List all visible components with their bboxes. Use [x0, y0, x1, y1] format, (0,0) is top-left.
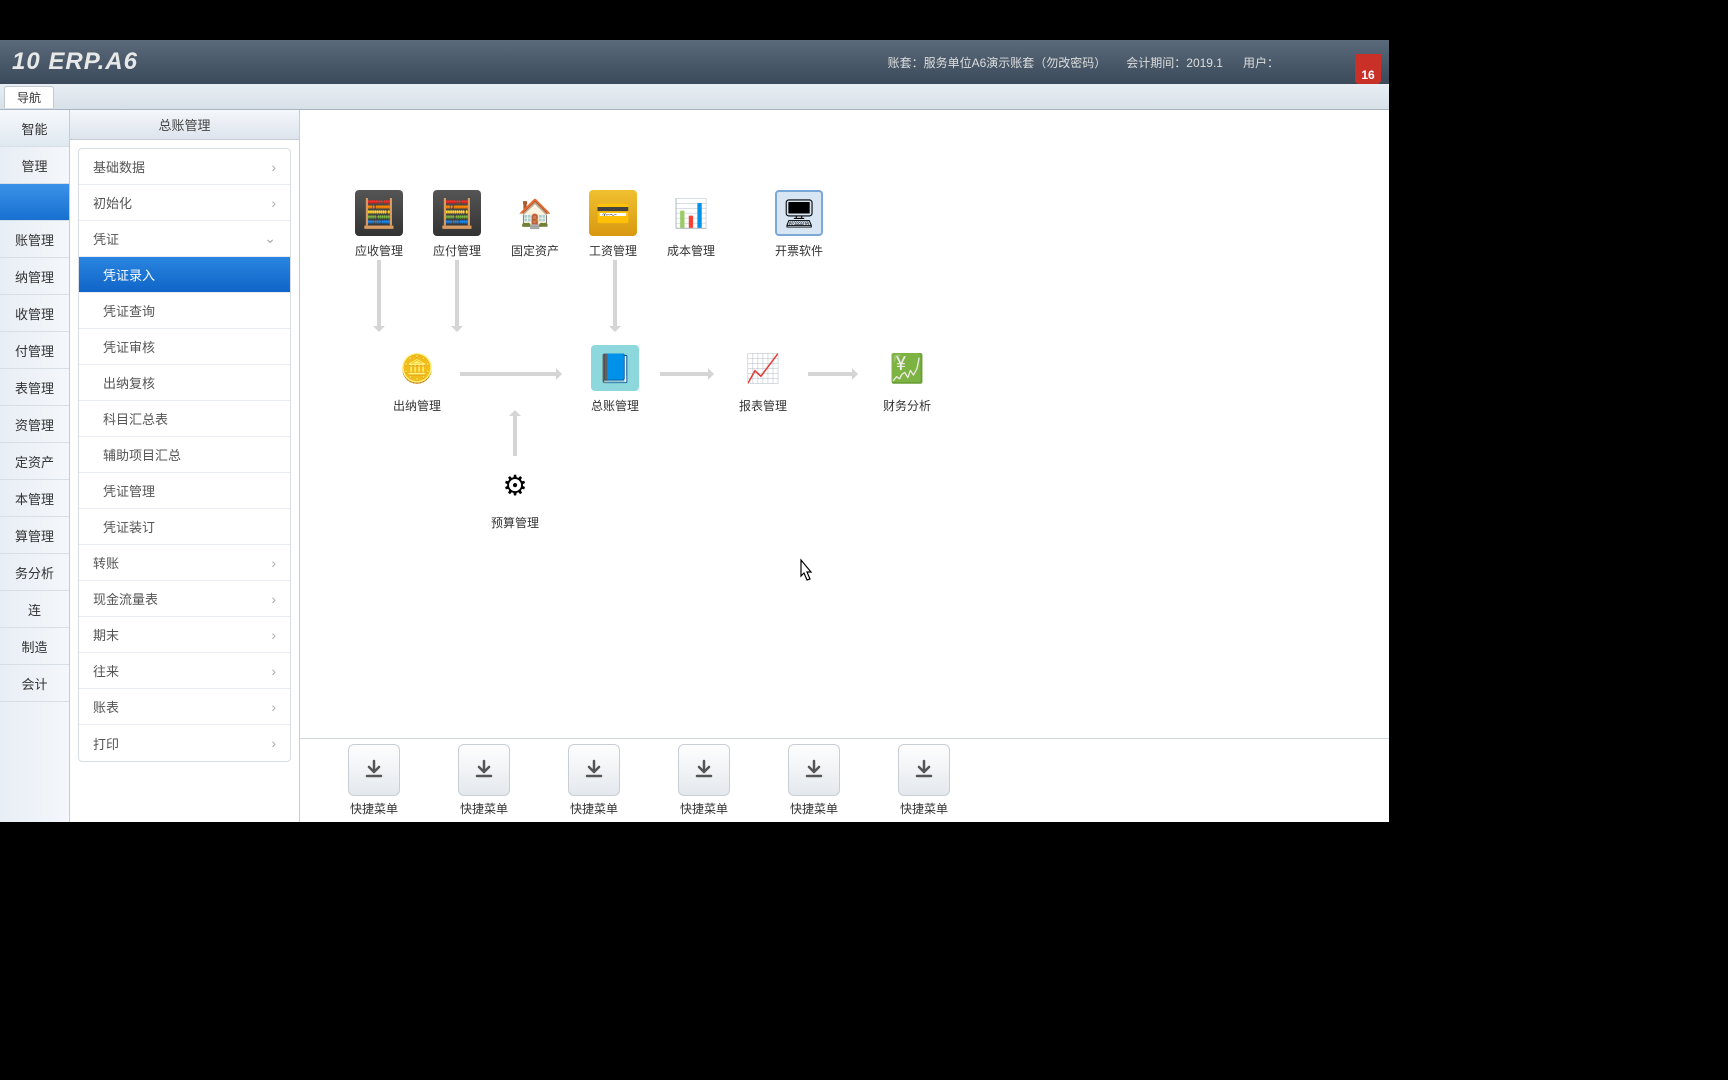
app-window: 10 ERP.A6 账套：服务单位A6演示账套（勿改密码） 会计期间：2019.…	[0, 40, 1389, 822]
menu-item[interactable]: 转账›	[79, 545, 290, 581]
leftnav-item[interactable]: 表管理	[0, 369, 69, 406]
menu-item[interactable]: 现金流量表›	[79, 581, 290, 617]
quick-menu-item[interactable]: 快捷菜单	[678, 744, 730, 817]
leftnav-item[interactable]: 收管理	[0, 295, 69, 332]
quick-menu-item[interactable]: 快捷菜单	[348, 744, 400, 817]
leftnav-item[interactable]: 本管理	[0, 480, 69, 517]
tab-nav[interactable]: 导航	[4, 86, 54, 108]
flow-node-report[interactable]: 报表管理	[724, 345, 802, 414]
calendar-badge[interactable]: 16	[1355, 54, 1381, 84]
arrow-right-icon	[808, 372, 856, 376]
title-bar: 10 ERP.A6 账套：服务单位A6演示账套（勿改密码） 会计期间：2019.…	[0, 40, 1389, 84]
quick-menu-bar: 快捷菜单 快捷菜单 快捷菜单 快捷菜单 快捷菜单 快捷菜单	[300, 738, 1389, 822]
leftnav-item[interactable]: 定资产	[0, 443, 69, 480]
flow-node-analysis[interactable]: 财务分析	[868, 345, 946, 414]
quick-menu-item[interactable]: 快捷菜单	[568, 744, 620, 817]
body: 智能管理账管理纳管理收管理付管理表管理资管理定资产本管理算管理务分析连制造会计 …	[0, 110, 1389, 822]
flow-node-house[interactable]: 固定资产	[496, 190, 574, 259]
menu-sub-item[interactable]: 辅助项目汇总	[79, 437, 290, 473]
workflow-canvas: 应收管理应付管理固定资产工资管理成本管理开票软件出纳管理 总账管理 报表管理财务分析…	[300, 110, 1389, 822]
menu-sub-item[interactable]: 科目汇总表	[79, 401, 290, 437]
leftnav-item[interactable]: 付管理	[0, 332, 69, 369]
menu-item[interactable]: 凭证⌄	[79, 221, 290, 257]
leftnav-item[interactable]: 制造	[0, 628, 69, 665]
leftnav-item[interactable]: 会计	[0, 665, 69, 702]
side-panel-title: 总账管理	[70, 110, 299, 140]
menu-sub-item[interactable]: 凭证装订	[79, 509, 290, 545]
user-info: 用户：	[1243, 54, 1279, 71]
leftnav-item[interactable]: 智能	[0, 110, 69, 147]
menu-item[interactable]: 基础数据›	[79, 149, 290, 185]
leftnav-item[interactable]: 算管理	[0, 517, 69, 554]
account-info: 账套：服务单位A6演示账套（勿改密码）	[888, 54, 1107, 71]
menu-item[interactable]: 初始化›	[79, 185, 290, 221]
flow-node-card[interactable]: 工资管理	[574, 190, 652, 259]
quick-menu-item[interactable]: 快捷菜单	[788, 744, 840, 817]
header-info: 账套：服务单位A6演示账套（勿改密码） 会计期间：2019.1 用户：	[888, 40, 1279, 84]
flow-node-book[interactable]: 总账管理	[576, 345, 654, 414]
leftnav-item[interactable]: 资管理	[0, 406, 69, 443]
leftnav-item[interactable]: 务分析	[0, 554, 69, 591]
flow-node-calc[interactable]: 应收管理	[340, 190, 418, 259]
arrow-right-icon	[460, 372, 560, 376]
leftnav-item[interactable]: 纳管理	[0, 258, 69, 295]
arrow-down-icon	[377, 260, 381, 330]
tab-strip: 导航	[0, 84, 1389, 110]
flow-node-chart[interactable]: 成本管理	[652, 190, 730, 259]
leftnav-item[interactable]	[0, 184, 69, 221]
leftnav-item[interactable]: 账管理	[0, 221, 69, 258]
flow-node-calc[interactable]: 应付管理	[418, 190, 496, 259]
side-panel: 总账管理 基础数据›初始化›凭证⌄凭证录入凭证查询凭证审核出纳复核科目汇总表辅助…	[70, 110, 300, 822]
menu-box: 基础数据›初始化›凭证⌄凭证录入凭证查询凭证审核出纳复核科目汇总表辅助项目汇总凭…	[78, 148, 291, 762]
menu-sub-item[interactable]: 凭证管理	[79, 473, 290, 509]
menu-item[interactable]: 账表›	[79, 689, 290, 725]
header-icons: 16	[1355, 44, 1381, 74]
quick-menu-item[interactable]: 快捷菜单	[458, 744, 510, 817]
cursor-icon	[795, 558, 815, 589]
menu-sub-item[interactable]: 凭证审核	[79, 329, 290, 365]
flow-node-gear[interactable]: 预算管理	[476, 462, 554, 531]
menu-item[interactable]: 往来›	[79, 653, 290, 689]
menu-sub-item[interactable]: 出纳复核	[79, 365, 290, 401]
period-info: 会计期间：2019.1	[1126, 54, 1223, 71]
flow-node-screen[interactable]: 开票软件	[760, 190, 838, 259]
arrow-down-icon	[455, 260, 459, 330]
quick-menu-item[interactable]: 快捷菜单	[898, 744, 950, 817]
arrow-up-icon	[513, 412, 517, 456]
arrow-right-icon	[660, 372, 712, 376]
menu-item[interactable]: 打印›	[79, 725, 290, 761]
menu-sub-item[interactable]: 凭证录入	[79, 257, 290, 293]
menu-sub-item[interactable]: 凭证查询	[79, 293, 290, 329]
flow-node-coins[interactable]: 出纳管理	[378, 345, 456, 414]
left-nav: 智能管理账管理纳管理收管理付管理表管理资管理定资产本管理算管理务分析连制造会计	[0, 110, 70, 822]
leftnav-item[interactable]: 连	[0, 591, 69, 628]
app-logo: 10 ERP.A6	[12, 48, 138, 76]
arrow-down-icon	[613, 260, 617, 330]
menu: 基础数据›初始化›凭证⌄凭证录入凭证查询凭证审核出纳复核科目汇总表辅助项目汇总凭…	[70, 140, 299, 822]
menu-item[interactable]: 期末›	[79, 617, 290, 653]
leftnav-item[interactable]: 管理	[0, 147, 69, 184]
